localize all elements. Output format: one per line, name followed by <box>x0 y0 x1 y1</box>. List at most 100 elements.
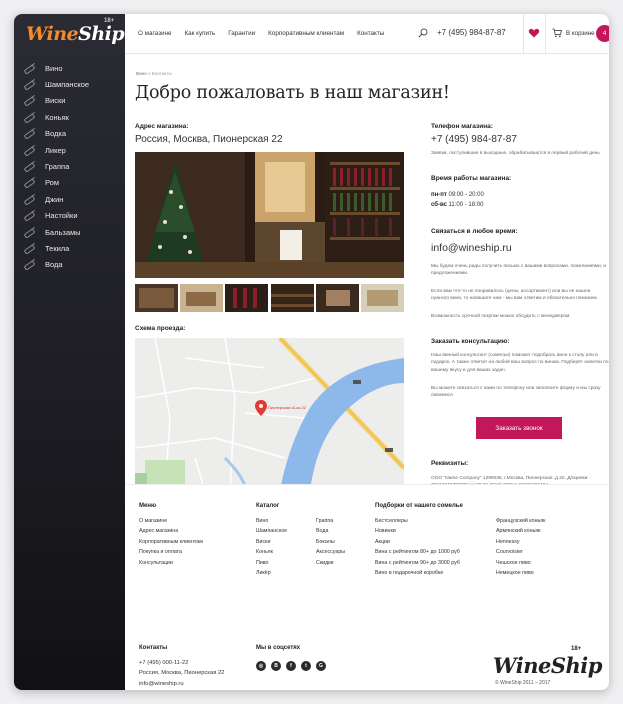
footer-link[interactable]: Вина с рейтингом 80+ до 1000 руб <box>375 547 460 557</box>
footer-address: Россия, Москва, Пионерская 22 <box>139 670 225 677</box>
footer-link[interactable]: Бестселлеры <box>375 516 460 526</box>
phone-label: Телефон магазина: <box>431 123 493 130</box>
sidebar-item-wine[interactable]: Вино <box>14 60 125 76</box>
store-address: Россия, Москва, Пионерская 22 <box>135 134 283 145</box>
footer-link[interactable]: Вода <box>316 526 345 536</box>
footer-link[interactable]: Покупка и оплата <box>139 547 203 557</box>
thumbnail[interactable] <box>315 284 359 312</box>
copyright: © WineShip 2011 – 2017 <box>495 680 551 686</box>
nav-guarantees[interactable]: Гарантии <box>228 30 255 37</box>
vk-icon[interactable]: B <box>271 661 281 671</box>
contact-text-2: Если вам что-то не понравилось (цены, ас… <box>431 289 598 302</box>
breadcrumb-home[interactable]: Вино <box>136 71 147 76</box>
header-phone[interactable]: +7 (495) 984-87-87 <box>437 28 506 37</box>
footer-link[interactable]: Скидки <box>316 558 345 568</box>
footer-link[interactable]: Пиво <box>256 558 287 568</box>
sidebar-item-label: Коньяк <box>45 112 69 122</box>
footer-link[interactable]: Акции <box>375 537 460 547</box>
thumbnail[interactable] <box>225 284 269 312</box>
footer-link[interactable]: Граппа <box>316 516 345 526</box>
google-plus-icon[interactable]: G <box>316 661 326 671</box>
bottle-icon <box>22 260 36 269</box>
sidebar-item-whisky[interactable]: Виски <box>14 93 125 109</box>
footer-link[interactable]: Корпоративным клиентам <box>139 537 203 547</box>
thumbnail[interactable] <box>360 284 404 312</box>
contact-email[interactable]: info@wineship.ru <box>431 242 512 254</box>
sidebar-item-grappa[interactable]: Граппа <box>14 158 125 174</box>
footer-picks-col-2: Французский коньяк Армянский коньяк Henn… <box>496 516 545 578</box>
sidebar-item-label: Вино <box>45 63 63 73</box>
sidebar-item-cognac[interactable]: Коньяк <box>14 109 125 125</box>
nav-about[interactable]: О магазине <box>138 30 171 37</box>
twitter-icon[interactable]: t <box>301 661 311 671</box>
footer-link[interactable]: Ликёр <box>256 568 287 578</box>
location-map[interactable]: Пионерская Ш-ка 22 <box>135 338 404 491</box>
footer-link[interactable]: Hennessy <box>496 537 545 547</box>
age-badge: 18+ <box>104 18 115 24</box>
footer-link[interactable]: Courvoisier <box>496 547 545 557</box>
heart-icon[interactable] <box>528 27 540 39</box>
consult-text-2: Вы можете связаться с нами по телефону и… <box>431 386 601 399</box>
map-pin-label: Пионерская Ш-ка 22 <box>268 405 307 410</box>
cart-label[interactable]: В корзине <box>566 30 595 37</box>
app-window: Wine Ship 18+ Вино Шампанское Виски Конья… <box>14 14 609 690</box>
sidebar-item-tinctures[interactable]: Настойки <box>14 208 125 224</box>
footer-link[interactable]: Адрес магазина <box>139 526 203 536</box>
facebook-icon[interactable]: f <box>286 661 296 671</box>
footer-link[interactable]: Виски <box>256 537 287 547</box>
footer-link[interactable]: Аксессуары <box>316 547 345 557</box>
sidebar-item-balsams[interactable]: Бальзамы <box>14 224 125 240</box>
cart-count-badge[interactable]: 4 <box>596 25 609 42</box>
nav-how-to-buy[interactable]: Как купить <box>184 30 215 37</box>
footer-link[interactable]: Консультации <box>139 558 203 568</box>
divider <box>523 14 524 54</box>
sidebar-item-gin[interactable]: Джин <box>14 191 125 207</box>
footer-menu-title: Меню <box>139 503 157 509</box>
footer-link[interactable]: Бокалы <box>316 537 345 547</box>
hours-weekend: сб-вс 11:00 - 18:00 <box>431 202 484 208</box>
bottle-icon <box>22 96 36 105</box>
footer-logo[interactable]: WineShip <box>493 653 602 678</box>
thumbnail[interactable] <box>135 284 178 312</box>
footer-link[interactable]: Вино <box>256 516 287 526</box>
footer-picks-col-1: Бестселлеры Новинки Акции Вина с рейтинг… <box>375 516 460 578</box>
logo[interactable]: Wine Ship 18+ <box>14 14 125 54</box>
footer-email[interactable]: info@wineship.ru <box>139 679 225 689</box>
footer-link[interactable]: О магазине <box>139 516 203 526</box>
order-call-button[interactable]: Заказать звонок <box>476 417 562 439</box>
cart-icon[interactable] <box>552 28 562 38</box>
sidebar-item-rum[interactable]: Ром <box>14 175 125 191</box>
search-icon[interactable] <box>418 28 428 38</box>
sidebar-item-label: Бальзамы <box>45 227 81 237</box>
footer-link[interactable]: Чешское пиво <box>496 558 545 568</box>
store-phone[interactable]: +7 (495) 984-87-87 <box>431 134 517 145</box>
contact-text-1: Мы будем очень рады получить письмо с ва… <box>431 264 607 277</box>
footer-link[interactable]: Вина с рейтингом 90+ до 3000 руб <box>375 558 460 568</box>
photo-thumbnails <box>135 284 404 312</box>
footer-link[interactable]: Французский коньяк <box>496 516 545 526</box>
top-header: О магазине Как купить Гарантии Корпорати… <box>125 14 609 54</box>
hours-weekdays: пн-пт 09:00 - 20:00 <box>431 192 484 198</box>
nav-contacts[interactable]: Контакты <box>357 30 384 37</box>
sidebar-item-champagne[interactable]: Шампанское <box>14 76 125 92</box>
thumbnail[interactable] <box>180 284 224 312</box>
consult-text-1: Наш винный консультант (сомелье) поможет… <box>431 353 609 373</box>
sidebar-item-vodka[interactable]: Водка <box>14 126 125 142</box>
instagram-icon[interactable]: ◎ <box>256 661 266 671</box>
sidebar-item-tequila[interactable]: Текила <box>14 240 125 256</box>
map-label: Схема проезда: <box>135 325 186 332</box>
sidebar-item-label: Водка <box>45 129 67 139</box>
sidebar-item-liqueur[interactable]: Ликер <box>14 142 125 158</box>
footer-link[interactable]: Армянский коньяк <box>496 526 545 536</box>
logo-ship: Ship <box>78 23 125 45</box>
footer-link[interactable]: Немецкое пиво <box>496 568 545 578</box>
sidebar-item-water[interactable]: Вода <box>14 257 125 273</box>
footer-phone[interactable]: +7 (495) 000-11-22 <box>139 658 225 668</box>
footer-link[interactable]: Вино в подарочной коробке <box>375 568 460 578</box>
footer-link[interactable]: Коньяк <box>256 547 287 557</box>
nav-corporate[interactable]: Корпоративным клиентам <box>268 30 344 37</box>
footer-link[interactable]: Шампанское <box>256 526 287 536</box>
sidebar-item-label: Шампанское <box>45 80 90 90</box>
thumbnail[interactable] <box>270 284 314 312</box>
footer-link[interactable]: Новинки <box>375 526 460 536</box>
